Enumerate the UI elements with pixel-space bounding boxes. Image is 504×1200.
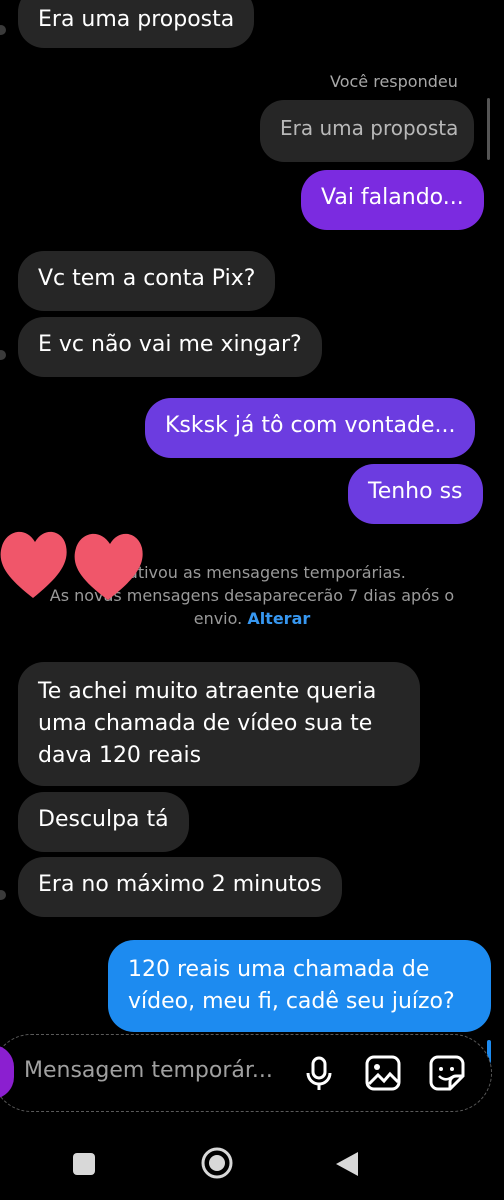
notice-line: envio. Alterar — [0, 607, 504, 630]
message-text: Tenho ss — [368, 479, 463, 504]
circle-nav-icon[interactable] — [200, 1146, 234, 1180]
sender-avatar-dot — [0, 890, 6, 900]
message-text: Era uma proposta — [38, 7, 235, 32]
message-text: Era no máximo 2 minutos — [38, 872, 322, 897]
message-text: Vc tem a conta Pix? — [38, 266, 256, 291]
sent-message[interactable]: Tenho ss — [348, 464, 483, 524]
received-message[interactable]: Era no máximo 2 minutos — [18, 857, 342, 917]
image-icon[interactable] — [364, 1054, 402, 1092]
message-text: E vc não vai me xingar? — [38, 332, 302, 357]
message-text: Vai falando... — [321, 185, 464, 210]
sent-message[interactable]: 120 reais uma chamada de vídeo, meu fi, … — [108, 940, 491, 1032]
message-line: Te achei muito atraente queria — [38, 679, 377, 704]
sent-message[interactable]: Vai falando... — [301, 170, 484, 230]
reply-header: Você respondeu — [330, 72, 458, 91]
message-text: Desculpa tá — [38, 807, 169, 832]
received-message[interactable]: Desculpa tá — [18, 792, 189, 852]
back-triangle-icon[interactable] — [334, 1150, 360, 1178]
sent-message[interactable]: Ksksk já tô com vontade... — [145, 398, 476, 458]
change-link[interactable]: Alterar — [247, 609, 310, 628]
heart-sticker — [0, 531, 143, 600]
sticker-icon[interactable] — [428, 1054, 466, 1092]
message-line: dava 120 reais — [38, 743, 202, 768]
message-line: 120 reais uma chamada de — [128, 957, 430, 982]
quoted-message[interactable]: Era uma proposta — [260, 100, 474, 162]
received-message[interactable]: Vc tem a conta Pix? — [18, 251, 276, 311]
quoted-text: Era uma proposta — [280, 116, 459, 140]
received-message[interactable]: E vc não vai me xingar? — [18, 317, 322, 377]
system-navigation-bar — [0, 1112, 504, 1200]
message-line: vídeo, meu fi, cadê seu juízo? — [128, 989, 455, 1014]
message-line: uma chamada de vídeo sua te — [38, 711, 373, 736]
scroll-indicator[interactable] — [487, 98, 490, 160]
sender-avatar-dot — [0, 350, 6, 360]
message-input[interactable]: Mensagem temporár... — [24, 1058, 273, 1083]
received-message[interactable]: Era uma proposta — [18, 0, 255, 48]
message-text: Ksksk já tô com vontade... — [165, 413, 456, 438]
sender-avatar-dot — [0, 25, 6, 35]
received-message[interactable]: Te achei muito atraente queria uma chama… — [18, 662, 420, 786]
microphone-icon[interactable] — [300, 1054, 338, 1092]
square-nav-icon[interactable] — [72, 1152, 96, 1176]
notice-text: envio. — [193, 609, 243, 628]
